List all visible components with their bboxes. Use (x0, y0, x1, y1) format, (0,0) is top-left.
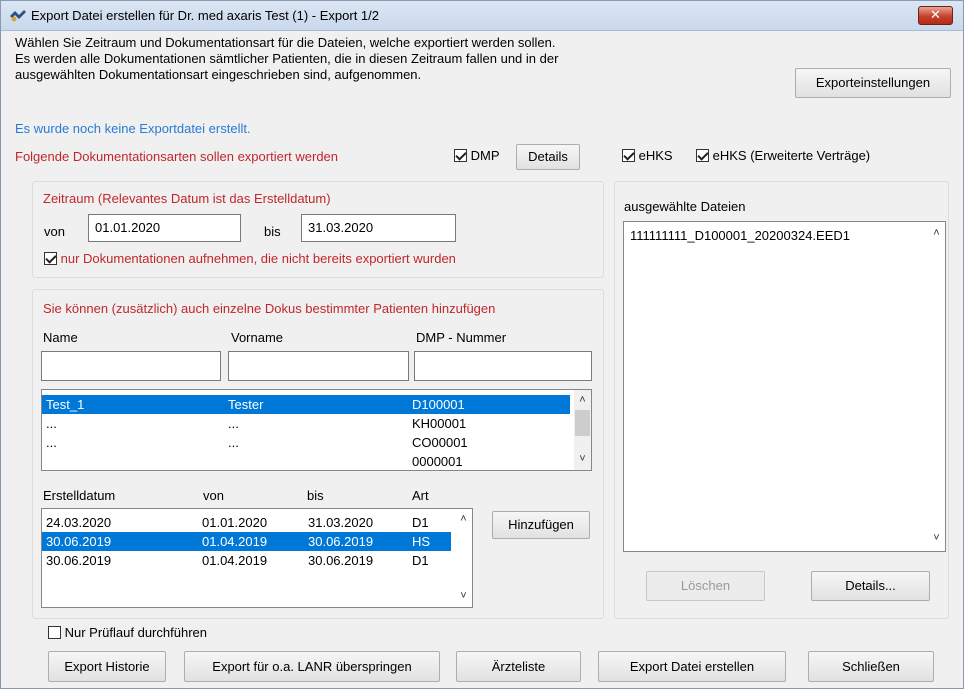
scroll-up-icon[interactable]: ˄ (928, 225, 945, 242)
patient-row[interactable]: ... ... CO00001 (42, 433, 570, 452)
doc-to: 30.06.2019 (308, 534, 374, 549)
add-button[interactable]: Hinzufügen (492, 511, 590, 539)
files-list-scrollbar[interactable]: ˄ ˅ (928, 222, 945, 551)
files-heading: ausgewählte Dateien (624, 199, 746, 214)
test-run-checkbox[interactable]: Nur Prüflauf durchführen (48, 625, 207, 640)
dmp-number-column-label: DMP - Nummer (416, 330, 507, 345)
create-export-button[interactable]: Export Datei erstellen (598, 651, 786, 682)
dmp-checkbox-box[interactable] (454, 149, 467, 162)
dmp-checkbox[interactable]: DMP (454, 148, 500, 163)
patient-firstname: Tester (228, 397, 264, 412)
patient-firstname: ... (228, 435, 239, 450)
export-dialog: Export Datei erstellen für Dr. med axari… (0, 0, 964, 689)
patient-name: ... (46, 416, 57, 431)
app-icon (10, 10, 26, 22)
doc-created: 30.06.2019 (46, 534, 112, 549)
scroll-thumb[interactable] (575, 410, 590, 436)
close-icon[interactable]: ✕ (918, 6, 953, 25)
intro-line-1: Wählen Sie Zeitraum und Dokumentationsar… (15, 35, 556, 50)
to-date-input[interactable]: 31.03.2020 (301, 214, 456, 242)
doc-types-label: Folgende Dokumentationsarten sollen expo… (15, 149, 339, 164)
selected-files-list[interactable]: 111111111_D100001_20200324.EED1 ˄ ˅ (623, 221, 946, 552)
doc-type: D1 (412, 553, 429, 568)
scroll-up-icon[interactable]: ˄ (574, 392, 591, 409)
dmp-number-search-input[interactable] (414, 351, 592, 381)
ehks-checkbox-box[interactable] (622, 149, 635, 162)
ehks-extended-checkbox-label: eHKS (Erweiterte Verträge) (712, 148, 871, 163)
file-details-button[interactable]: Details... (811, 571, 930, 601)
doc-to: 30.06.2019 (308, 553, 374, 568)
patient-dmp: CO00001 (412, 435, 468, 450)
only-new-checkbox[interactable]: nur Dokumentationen aufnehmen, die nicht… (44, 251, 456, 266)
doc-type: HS (412, 534, 431, 549)
documentation-list-scrollbar[interactable]: ˄ ˅ (455, 509, 472, 607)
documentation-row[interactable]: 24.03.2020 01.01.2020 31.03.2020 D1 (42, 513, 451, 532)
only-new-checkbox-box[interactable] (44, 252, 57, 265)
patient-list-scrollbar[interactable]: ˄ ˅ (574, 390, 591, 470)
doc-details-button[interactable]: Details (516, 144, 580, 170)
doc-from: 01.04.2019 (202, 553, 268, 568)
patient-firstname: ... (228, 416, 239, 431)
patient-name: ... (46, 435, 57, 450)
doc-type-column-label: Art (412, 488, 429, 503)
doctor-list-button[interactable]: Ärzteliste (456, 651, 581, 682)
intro-line-2: Es werden alle Dokumentationen sämtliche… (15, 51, 559, 66)
period-heading: Zeitraum (Relevantes Datum ist das Erste… (43, 191, 331, 206)
from-date-input[interactable]: 01.01.2020 (88, 214, 241, 242)
documentation-list[interactable]: 24.03.2020 01.01.2020 31.03.2020 D1 30.0… (41, 508, 473, 608)
patient-row[interactable]: 0000001 (42, 452, 570, 470)
firstname-search-input[interactable] (228, 351, 409, 381)
file-name: 111111111_D100001_20200324.EED1 (630, 228, 850, 243)
test-run-checkbox-label: Nur Prüflauf durchführen (64, 625, 207, 640)
scroll-down-icon[interactable]: ˅ (574, 451, 591, 468)
intro-line-3: ausgewählten Dokumentationsart eingeschr… (15, 67, 422, 82)
scroll-down-icon[interactable]: ˅ (455, 588, 472, 605)
title-bar[interactable]: Export Datei erstellen für Dr. med axari… (1, 1, 963, 31)
patient-dmp: D100001 (412, 397, 465, 412)
patients-heading: Sie können (zusätzlich) auch einzelne Do… (43, 301, 496, 316)
scroll-up-icon[interactable]: ˄ (455, 511, 472, 528)
created-column-label: Erstelldatum (43, 488, 116, 503)
only-new-checkbox-label: nur Dokumentationen aufnehmen, die nicht… (60, 251, 456, 266)
ehks-extended-checkbox[interactable]: eHKS (Erweiterte Verträge) (696, 148, 870, 163)
doc-created: 30.06.2019 (46, 553, 112, 568)
doc-type: D1 (412, 515, 429, 530)
window-title: Export Datei erstellen für Dr. med axari… (31, 8, 380, 23)
patient-row[interactable]: Test_1 Tester D100001 (42, 395, 570, 414)
patient-list[interactable]: Test_1 Tester D100001 ... ... KH00001 ..… (41, 389, 592, 471)
ehks-checkbox-label: eHKS (638, 148, 673, 163)
from-label: von (44, 224, 65, 239)
patient-dmp: KH00001 (412, 416, 467, 431)
doc-from-column-label: von (203, 488, 224, 503)
name-search-input[interactable] (41, 351, 221, 381)
delete-button[interactable]: Löschen (646, 571, 765, 601)
doc-from: 01.04.2019 (202, 534, 268, 549)
export-settings-button[interactable]: Exporteinstellungen (795, 68, 951, 98)
export-status-text: Es wurde noch keine Exportdatei erstellt… (15, 121, 251, 136)
documentation-row[interactable]: 30.06.2019 01.04.2019 30.06.2019 D1 (42, 551, 451, 570)
close-button[interactable]: Schließen (808, 651, 934, 682)
test-run-checkbox-box[interactable] (48, 626, 61, 639)
file-item[interactable]: 111111111_D100001_20200324.EED1 (624, 226, 924, 245)
ehks-checkbox[interactable]: eHKS (622, 148, 673, 163)
export-history-button[interactable]: Export Historie (48, 651, 166, 682)
skip-lanr-button[interactable]: Export für o.a. LANR überspringen (184, 651, 440, 682)
doc-from: 01.01.2020 (202, 515, 268, 530)
dmp-checkbox-label: DMP (470, 148, 500, 163)
scroll-down-icon[interactable]: ˅ (928, 530, 945, 547)
patient-name: Test_1 (46, 397, 85, 412)
doc-to: 31.03.2020 (308, 515, 374, 530)
patient-dmp: 0000001 (412, 454, 463, 469)
name-column-label: Name (43, 330, 78, 345)
firstname-column-label: Vorname (231, 330, 284, 345)
ehks-extended-checkbox-box[interactable] (696, 149, 709, 162)
to-label: bis (264, 224, 281, 239)
doc-created: 24.03.2020 (46, 515, 112, 530)
documentation-row[interactable]: 30.06.2019 01.04.2019 30.06.2019 HS (42, 532, 451, 551)
patient-row[interactable]: ... ... KH00001 (42, 414, 570, 433)
doc-to-column-label: bis (307, 488, 324, 503)
intro-text: Wählen Sie Zeitraum und Dokumentationsar… (15, 35, 775, 83)
